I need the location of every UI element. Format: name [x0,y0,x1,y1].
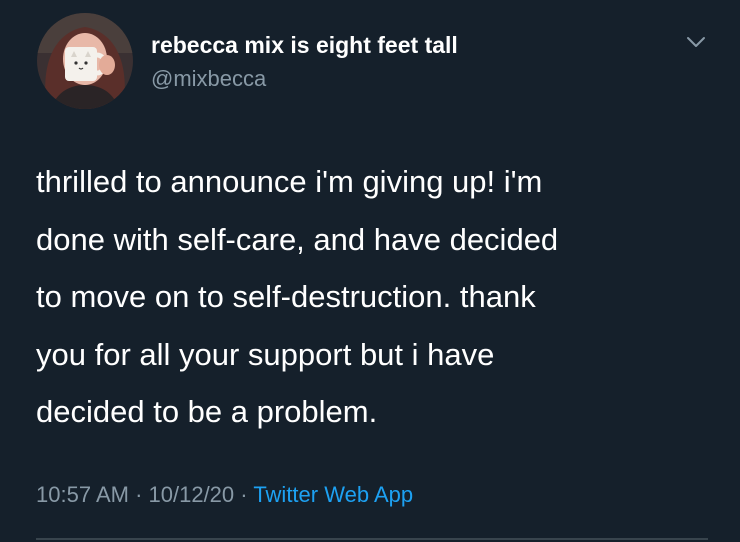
display-name[interactable]: rebecca mix is eight feet tall [151,31,458,59]
meta-separator: · [128,482,149,507]
tweet-text-line: thrilled to announce i'm giving up! i'm [36,164,543,199]
avatar[interactable] [37,13,133,109]
meta-separator: · [234,482,254,507]
tweet-text-line: you for all your support but i have [36,336,495,372]
tweet-date[interactable]: 10/12/20 [149,482,235,507]
tweet-text-line: to move on to self-destruction. thank [36,279,536,314]
chevron-down-icon[interactable] [684,30,708,54]
tweet-metadata: 10:57 AM · 10/12/20 · Twitter Web App [36,481,413,509]
tweet-source-link[interactable]: Twitter Web App [253,482,413,507]
tweet-text: thrilled to announce i'm giving up! i'm … [36,153,716,441]
tweet-text-line: done with self-care, and have decided [36,221,559,257]
avatar-image [37,13,133,109]
tweet-card: rebecca mix is eight feet tall @mixbecca… [0,0,740,542]
divider [36,538,708,540]
tweet-time[interactable]: 10:57 AM [36,482,129,507]
user-handle[interactable]: @mixbecca [151,65,266,93]
tweet-text-line: decided to be a problem. [36,394,378,429]
